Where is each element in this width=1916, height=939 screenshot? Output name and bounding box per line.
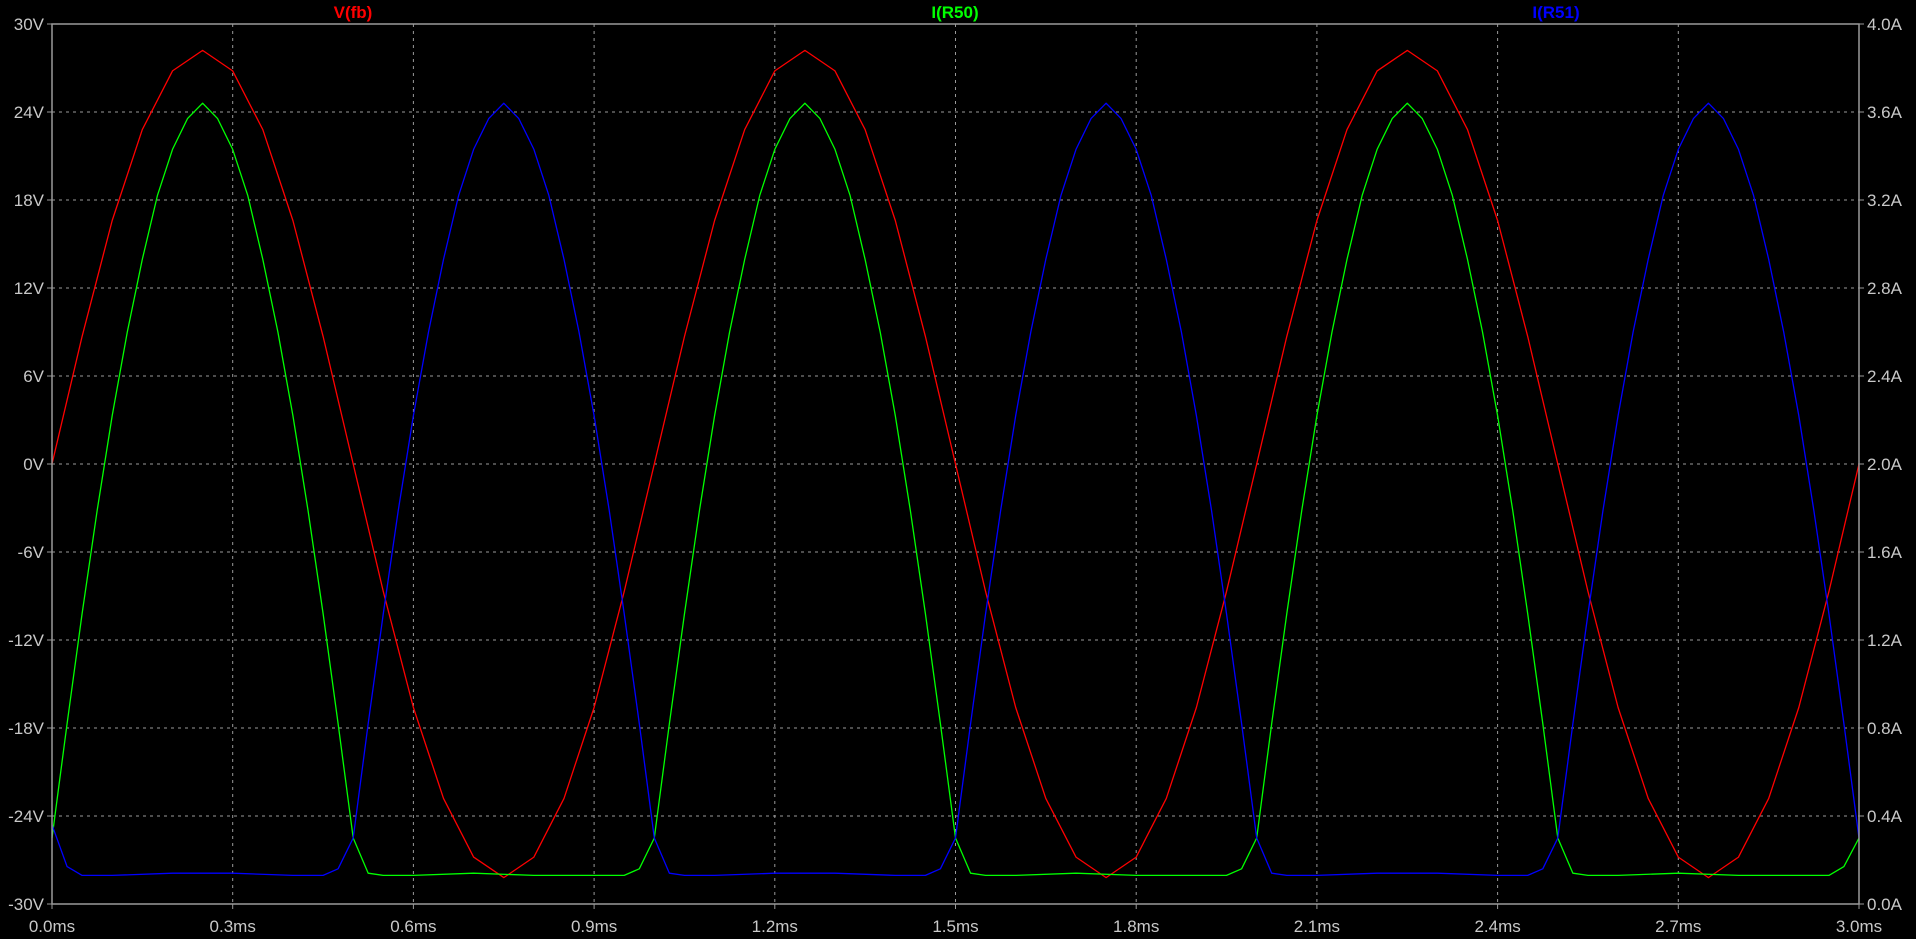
y-left-tick-label: -30V [8, 895, 45, 914]
y-left-tick-label: -12V [8, 631, 45, 650]
y-right-tick-label: 2.0A [1867, 455, 1903, 474]
y-left-tick-label: -24V [8, 807, 45, 826]
y-left-tick-label: 18V [14, 191, 45, 210]
y-right-tick-label: 1.2A [1867, 631, 1903, 650]
x-tick-label: 0.6ms [390, 917, 436, 936]
y-left-tick-label: -18V [8, 719, 45, 738]
y-right-tick-label: 2.8A [1867, 279, 1903, 298]
y-left-tick-label: 6V [23, 367, 44, 386]
y-right-tick-label: 1.6A [1867, 543, 1903, 562]
x-tick-label: 2.4ms [1474, 917, 1520, 936]
y-right-tick-label: 2.4A [1867, 367, 1903, 386]
y-left-tick-label: 0V [23, 455, 44, 474]
legend-label-i-r51[interactable]: I(R51) [1532, 3, 1579, 22]
y-left-tick-label: -6V [18, 543, 45, 562]
x-tick-label: 1.5ms [932, 917, 978, 936]
y-right-tick-label: 4.0A [1867, 15, 1903, 34]
y-left-tick-label: 24V [14, 103, 45, 122]
x-tick-label: 2.7ms [1655, 917, 1701, 936]
y-left-tick-label: 30V [14, 15, 45, 34]
plot-background [0, 0, 1916, 939]
x-tick-label: 0.9ms [571, 917, 617, 936]
legend-label-i-r50[interactable]: I(R50) [931, 3, 978, 22]
y-right-tick-label: 3.2A [1867, 191, 1903, 210]
y-right-tick-label: 0.0A [1867, 895, 1903, 914]
x-tick-label: 0.3ms [210, 917, 256, 936]
y-right-tick-label: 0.8A [1867, 719, 1903, 738]
y-right-tick-label: 0.4A [1867, 807, 1903, 826]
y-left-tick-label: 12V [14, 279, 45, 298]
y-right-tick-label: 3.6A [1867, 103, 1903, 122]
x-tick-label: 3.0ms [1836, 917, 1882, 936]
x-tick-label: 1.2ms [752, 917, 798, 936]
waveform-plot[interactable]: 30V 24V 18V 12V 6V 0V -6V -12V -18V -24V -30V 4.0A… [0, 0, 1916, 939]
legend-label-v-fb[interactable]: V(fb) [334, 3, 373, 22]
x-tick-label: 2.1ms [1294, 917, 1340, 936]
x-tick-label: 1.8ms [1113, 917, 1159, 936]
x-tick-label: 0.0ms [29, 917, 75, 936]
